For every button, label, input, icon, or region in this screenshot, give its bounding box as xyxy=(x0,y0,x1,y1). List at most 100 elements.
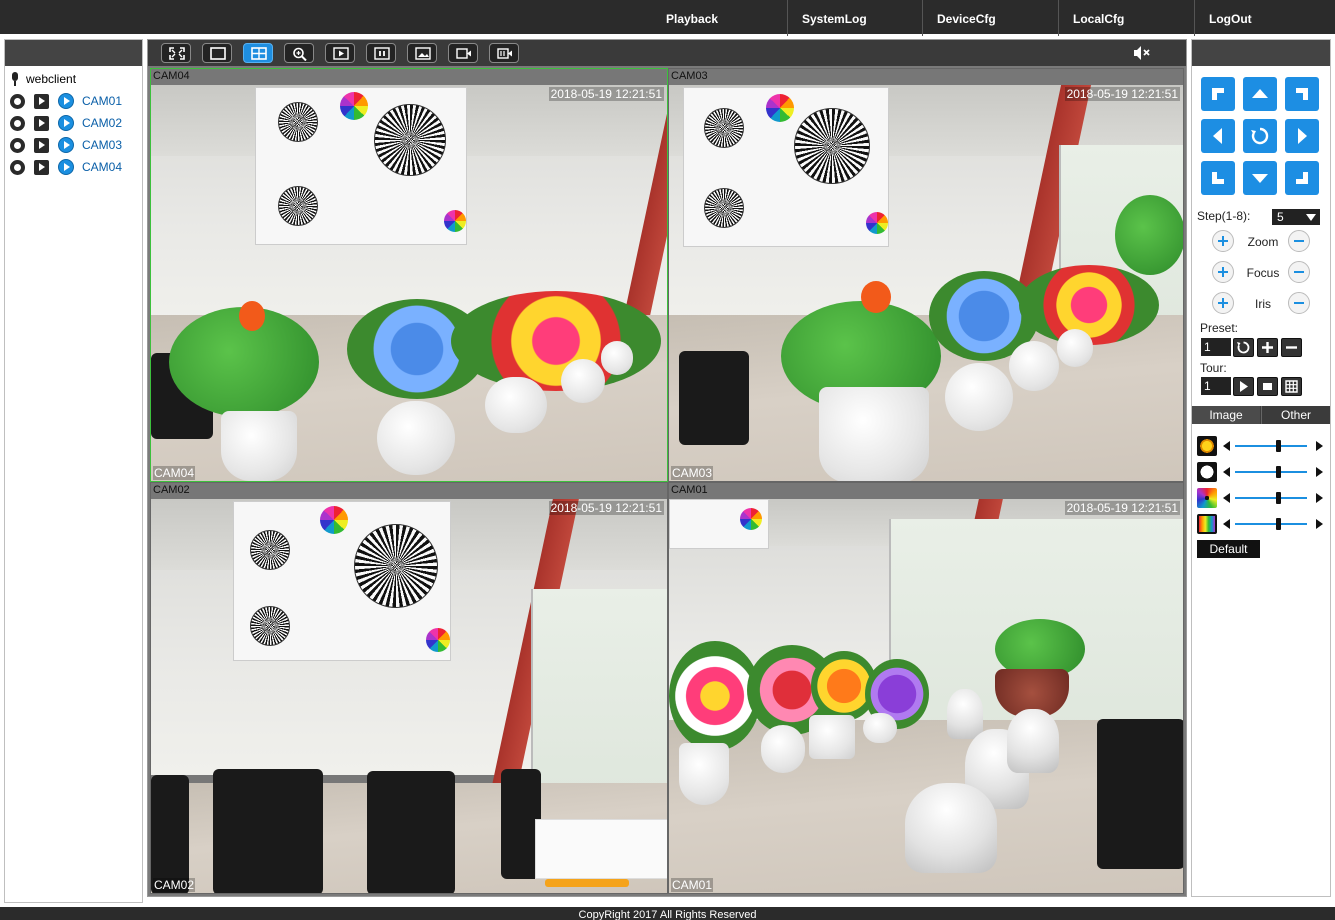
tile-title-bar: CAM03 xyxy=(669,69,1183,85)
pause-button[interactable] xyxy=(366,43,396,63)
single-view-button[interactable] xyxy=(202,43,232,63)
zoom-label: Zoom xyxy=(1247,235,1279,249)
video-tile-cam01[interactable]: CAM01 2018-05-19 12:21:51 CAM01 xyxy=(668,482,1184,894)
zoom-out-button[interactable] xyxy=(1288,230,1310,252)
ptz-down-button[interactable] xyxy=(1243,161,1277,195)
focus-near-button[interactable] xyxy=(1212,261,1234,283)
zoom-in-button[interactable] xyxy=(1212,230,1234,252)
tour-input[interactable]: 1 xyxy=(1201,377,1231,395)
preset-add-button[interactable] xyxy=(1257,338,1278,357)
ptz-direction-pad xyxy=(1201,77,1323,197)
video-tile-cam03[interactable]: CAM03 2018-05-19 12:21:51 CAM03 xyxy=(668,68,1184,482)
device-tree-header xyxy=(5,40,142,66)
video-tile-cam02[interactable]: CAM02 2018-05-19 12:21:51 CAM02 xyxy=(150,482,668,894)
arrow-left-icon xyxy=(1213,128,1222,144)
play-button[interactable] xyxy=(325,43,355,63)
ptz-down-left-button[interactable] xyxy=(1201,161,1235,195)
zoom-button[interactable] xyxy=(284,43,314,63)
record-button[interactable] xyxy=(448,43,478,63)
single-view-icon xyxy=(210,47,226,60)
record-icon[interactable] xyxy=(10,159,25,175)
tile-name: CAM04 xyxy=(153,70,190,82)
camera-grid: CAM04 2018-05-19 12:21:51 CAM04 CAM03 20… xyxy=(150,68,1184,894)
rotate-icon xyxy=(1251,127,1269,145)
preset-input[interactable]: 1 xyxy=(1201,338,1231,356)
camera-label[interactable]: CAM04 xyxy=(82,160,122,174)
tour-grid-button[interactable] xyxy=(1281,377,1302,396)
nav-logout[interactable]: LogOut xyxy=(1195,0,1331,36)
brightness-slider[interactable] xyxy=(1223,440,1323,452)
ptz-right-button[interactable] xyxy=(1285,119,1319,153)
iris-open-button[interactable] xyxy=(1212,292,1234,314)
playback-icon[interactable] xyxy=(34,115,49,131)
tree-root[interactable]: webclient xyxy=(5,68,142,90)
live-play-icon[interactable] xyxy=(58,159,74,175)
hue-slider[interactable] xyxy=(1223,518,1323,530)
tour-stop-button[interactable] xyxy=(1257,377,1278,396)
arrow-down-left-icon xyxy=(1212,172,1224,184)
camera-label[interactable]: CAM02 xyxy=(82,116,122,130)
fullscreen-icon xyxy=(169,47,185,60)
fullscreen-button[interactable] xyxy=(161,43,191,63)
nav-localcfg[interactable]: LocalCfg xyxy=(1059,0,1195,36)
mute-button[interactable] xyxy=(1132,44,1152,62)
contrast-slider[interactable] xyxy=(1223,466,1323,478)
nav-systemlog[interactable]: SystemLog xyxy=(788,0,923,36)
quad-view-button[interactable] xyxy=(243,43,273,63)
nav-playback[interactable]: Playback xyxy=(652,0,788,36)
microphone-icon[interactable] xyxy=(10,72,20,86)
iris-label: Iris xyxy=(1255,297,1271,311)
video-feed xyxy=(669,85,1183,481)
preset-label: Preset: xyxy=(1200,321,1239,335)
play-icon xyxy=(333,47,349,60)
playback-icon[interactable] xyxy=(34,93,49,109)
record-icon[interactable] xyxy=(10,115,25,131)
record-icon[interactable] xyxy=(10,93,25,109)
focus-far-button[interactable] xyxy=(1288,261,1310,283)
ptz-auto-button[interactable] xyxy=(1243,119,1277,153)
tour-start-button[interactable] xyxy=(1233,377,1254,396)
tab-image[interactable]: Image xyxy=(1192,406,1260,424)
record-icon[interactable] xyxy=(10,137,25,153)
ptz-left-button[interactable] xyxy=(1201,119,1235,153)
settings-tabs: Image Other xyxy=(1192,406,1330,424)
timestamp: 2018-05-19 12:21:51 xyxy=(1064,501,1180,515)
focus-label: Focus xyxy=(1246,266,1280,280)
camera-row-cam03: CAM03 xyxy=(5,134,142,156)
saturation-slider[interactable] xyxy=(1223,492,1323,504)
tile-name: CAM03 xyxy=(671,70,708,82)
iris-close-button[interactable] xyxy=(1288,292,1310,314)
tile-name-overlay: CAM03 xyxy=(671,466,714,480)
nav-devicecfg[interactable]: DeviceCfg xyxy=(923,0,1059,36)
video-tile-cam04[interactable]: CAM04 2018-05-19 12:21:51 CAM04 xyxy=(150,68,668,482)
record-all-button[interactable] xyxy=(489,43,519,63)
camera-label[interactable]: CAM03 xyxy=(82,138,122,152)
ptz-up-button[interactable] xyxy=(1243,77,1277,111)
ptz-up-left-button[interactable] xyxy=(1201,77,1235,111)
video-toolbar xyxy=(148,40,1186,66)
video-feed xyxy=(151,499,667,893)
step-select[interactable]: 5 xyxy=(1272,209,1320,225)
saturation-row xyxy=(1197,488,1327,508)
live-play-icon[interactable] xyxy=(58,93,74,109)
default-button[interactable]: Default xyxy=(1197,540,1260,558)
timestamp: 2018-05-19 12:21:51 xyxy=(548,501,664,515)
arrow-up-icon xyxy=(1252,89,1268,98)
tile-name-overlay: CAM04 xyxy=(153,466,196,480)
snapshot-button[interactable] xyxy=(407,43,437,63)
tile-title-bar: CAM01 xyxy=(669,483,1183,499)
contrast-icon xyxy=(1197,462,1217,482)
tile-name: CAM01 xyxy=(671,484,708,496)
live-play-icon[interactable] xyxy=(58,115,74,131)
playback-icon[interactable] xyxy=(34,137,49,153)
live-play-icon[interactable] xyxy=(58,137,74,153)
hue-icon xyxy=(1197,514,1217,534)
footer-copyright: CopyRight 2017 All Rights Reserved xyxy=(0,907,1335,920)
tab-other[interactable]: Other xyxy=(1261,406,1330,424)
preset-delete-button[interactable] xyxy=(1281,338,1302,357)
camera-label[interactable]: CAM01 xyxy=(82,94,122,108)
ptz-down-right-button[interactable] xyxy=(1285,161,1319,195)
preset-call-button[interactable] xyxy=(1233,338,1254,357)
ptz-up-right-button[interactable] xyxy=(1285,77,1319,111)
playback-icon[interactable] xyxy=(34,159,49,175)
